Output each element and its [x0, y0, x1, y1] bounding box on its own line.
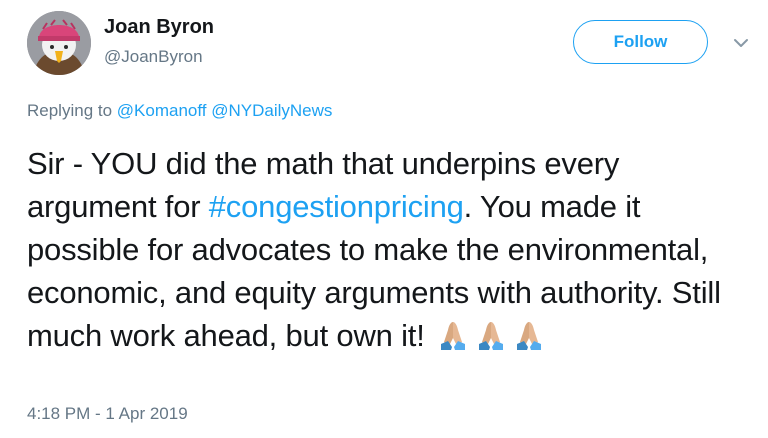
chevron-down-icon[interactable] [732, 34, 750, 52]
hashtag-link[interactable]: #congestionpricing [209, 189, 464, 224]
mention-link[interactable]: @NYDailyNews [211, 101, 332, 120]
mention-link[interactable]: @Komanoff [117, 101, 207, 120]
reply-context: Replying to @Komanoff @NYDailyNews [27, 101, 332, 121]
replying-to-label: Replying to [27, 101, 113, 120]
follow-button[interactable]: Follow [573, 20, 708, 64]
folded-hands-icon [479, 322, 504, 350]
tweet-text: Sir - YOU did the math that underpins ev… [27, 142, 752, 357]
user-handle[interactable]: @JoanByron [104, 47, 203, 67]
tweet-timestamp[interactable]: 4:18 PM - 1 Apr 2019 [27, 404, 188, 424]
display-name[interactable]: Joan Byron [104, 16, 214, 39]
avatar[interactable] [27, 11, 91, 75]
eagle-avatar-image [27, 11, 91, 75]
folded-hands-icon [441, 322, 466, 350]
folded-hands-icon [517, 322, 542, 350]
